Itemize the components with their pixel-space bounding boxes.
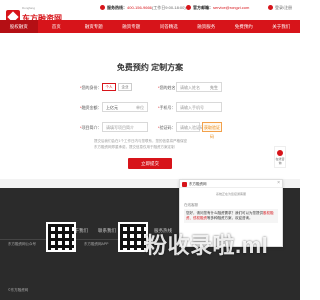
nav-item-service[interactable]: 融资服务 [188,20,226,33]
main-nav: 股权融资 首页 融资专题 融资专题 问答精选 融资服务 免费预约 关于我们 [0,20,300,33]
mail-icon [186,5,191,11]
form-note-2: 东方融资网郑重承诺，提交信息仅用于融资方案定制 [94,145,175,149]
type-option-company[interactable]: 企业 [118,83,132,91]
hotline-hours: (工作日9:00-18:00) [151,5,186,10]
email: 官方邮箱：service@rongzi.com [186,5,249,11]
chat-logo-icon [182,181,187,187]
unit-label: 单位 [136,105,144,110]
nav-item-booking[interactable]: 免费预约 [225,20,263,33]
app-qr-code [118,222,148,252]
nav-item-qa[interactable]: 问答精选 [150,20,188,33]
chat-title: 东方融资网 [189,182,207,186]
chat-message: 在线客服 您好，请问您有什么融资需求？我们可以为您提供股权融资、债权融资等多种融… [184,203,278,223]
phone-label: *手机号： [158,105,176,110]
nav-item-equity[interactable]: 股权融资 [0,20,38,33]
login-link[interactable]: 登录/注册 [268,5,292,11]
intro-label: *项目简介： [80,125,102,130]
nav-item-home[interactable]: 首页 [38,20,76,33]
chat-bubble-icon [277,150,283,156]
intro-input[interactable]: 请填写项目简介 [102,122,148,132]
phone-input[interactable]: 请输入手机号 [176,102,222,112]
email-address[interactable]: service@rongzi.com [213,5,249,10]
amount-label: *融资金额： [80,105,102,110]
user-icon [268,5,273,11]
code-input[interactable]: 请输入验证码 [176,122,204,132]
watermark-text: 粉收录啦.ml [145,233,269,258]
phone-icon [100,5,105,11]
code-label: *验证码： [158,125,176,130]
gender-select[interactable]: 先生 [210,83,218,92]
get-code-button[interactable]: 获取验证码 [202,122,222,139]
footer-link-contact[interactable]: 联系我们 [98,228,116,234]
page: Dongfang 东方融资网 服务热线：400-156-9666(工作日9:00… [0,0,300,300]
chat-message-body: 您好，请问您有什么融资需求？我们可以为您提供股权融资、债权融资等多种融资方案，欢… [184,209,278,223]
app-qr-label: 东方融资网APP [84,242,109,246]
login-label: 登录/注册 [275,5,293,10]
side-consult-widget[interactable]: 在线咨询 [274,146,286,168]
hotline-label: 服务热线： [107,5,127,10]
form-note-1: 提交后我们会在1个工作日内与您联系，您的信息将严格保密 [94,139,187,143]
wechat-qr-code [46,222,76,252]
close-icon[interactable]: × [277,181,280,186]
copyright: ©东方融资网 [8,288,29,292]
name-input[interactable]: 请输入姓名 先生 [176,82,222,92]
type-label: *您的身份： [80,85,102,90]
chat-header: 东方融资网 × [180,180,282,188]
hotline: 服务热线：400-156-9666(工作日9:00-18:00) [100,5,186,11]
submit-button[interactable]: 立即提交 [128,158,172,169]
page-title: 免费预约 定制方案 [116,63,184,72]
side-consult-label: 在线咨询 [275,157,285,165]
nav-item-about[interactable]: 关于我们 [263,20,301,33]
nav-item-topic-2[interactable]: 融资专题 [113,20,151,33]
type-option-personal[interactable]: 个人 [102,83,116,91]
amount-select[interactable]: 上亿元 单位 [102,102,148,112]
hotline-number[interactable]: 400-156-9666 [127,5,152,10]
nav-item-topic[interactable]: 融资专题 [75,20,113,33]
brand-small-text: Dongfang [22,6,36,10]
chat-subtitle: 系统正在为您接通客服 [215,192,246,196]
chat-sender: 在线客服 [184,203,198,207]
email-label: 官方邮箱： [193,5,213,10]
wechat-qr-label: 东方融资网公众号 [8,242,36,246]
